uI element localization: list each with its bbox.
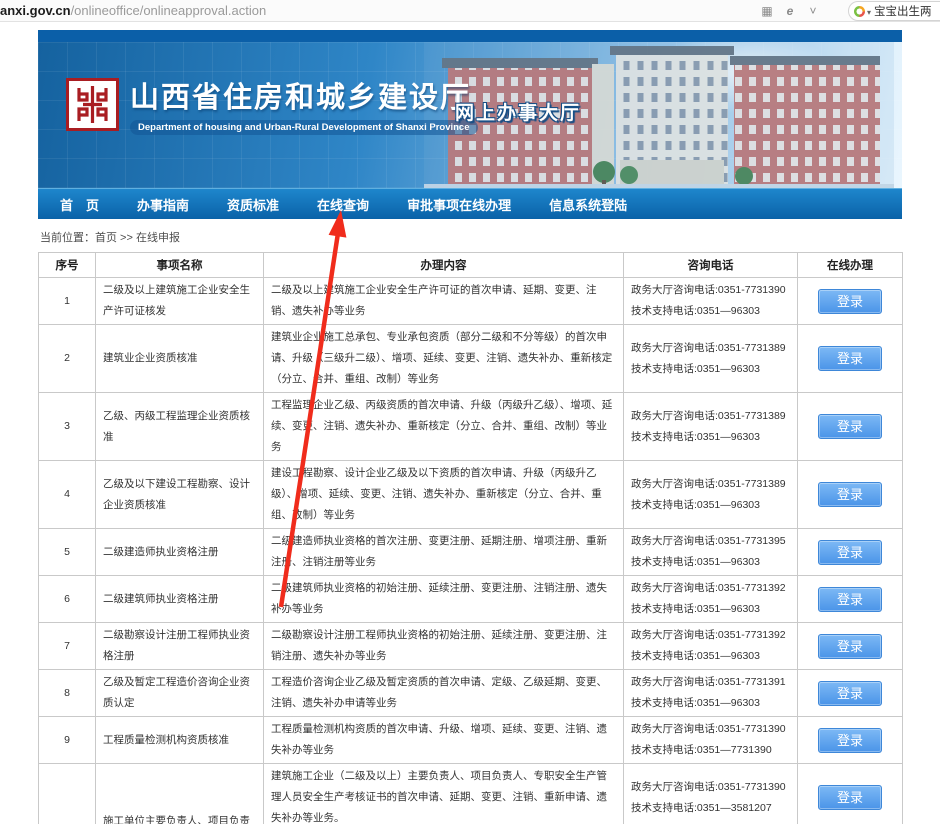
- page-container: 山西省住房和城乡建设厅 Department of housing and Ur…: [38, 30, 902, 824]
- row-no: 9: [39, 717, 96, 764]
- nav-item-guide[interactable]: 办事指南: [137, 195, 189, 214]
- row-phone: 政务大厅咨询电话:0351-7731390技术支持电话:0351—96303: [624, 278, 798, 325]
- hot-search-text[interactable]: 宝宝出生两: [874, 3, 932, 19]
- col-header-content: 办理内容: [264, 253, 624, 278]
- login-button[interactable]: 登录: [818, 540, 882, 565]
- row-no: 4: [39, 461, 96, 529]
- table-row: 2 建筑业企业资质核准 建筑业企业施工总承包、专业承包资质（部分二级和不分等级）…: [39, 325, 903, 393]
- col-header-no: 序号: [39, 253, 96, 278]
- qr-grid-icon[interactable]: ▦: [760, 4, 774, 18]
- table-row: 8 乙级及暂定工程造价咨询企业资质认定 工程造价咨询企业乙级及暂定资质的首次申请…: [39, 670, 903, 717]
- breadcrumb: 当前位置：首页 >> 在线申报: [38, 219, 902, 252]
- ie-mode-icon[interactable]: e: [783, 4, 797, 18]
- row-name: 工程质量检测机构资质核准: [96, 717, 264, 764]
- url-domain: anxi.gov.cn: [0, 3, 71, 18]
- row-content: 建筑业企业施工总承包、专业承包资质（部分二级和不分等级）的首次申请、升级（三级升…: [264, 325, 624, 393]
- row-name: 乙级及暂定工程造价咨询企业资质认定: [96, 670, 264, 717]
- row-name: 建筑业企业资质核准: [96, 325, 264, 393]
- row-content: 工程造价咨询企业乙级及暂定资质的首次申请、定级、乙级延期、变更、注销、遗失补办申…: [264, 670, 624, 717]
- row-no: 10: [39, 764, 96, 824]
- service-items-table: 序号 事项名称 办理内容 咨询电话 在线办理 1 二级及以上建筑施工企业安全生产…: [38, 252, 903, 824]
- nav-item-online-approval[interactable]: 审批事项在线办理: [407, 195, 511, 214]
- row-no: 5: [39, 529, 96, 576]
- table-row: 3 乙级、丙级工程监理企业资质核准 工程监理企业乙级、丙级资质的首次申请、升级（…: [39, 393, 903, 461]
- table-row: 10 施工单位主要负责人、项目负责人、专职安全生产管理人员安全生产考核 建筑施工…: [39, 764, 903, 824]
- nav-item-system-login[interactable]: 信息系统登陆: [549, 195, 627, 214]
- login-button[interactable]: 登录: [818, 681, 882, 706]
- login-button[interactable]: 登录: [818, 346, 882, 371]
- login-button[interactable]: 登录: [818, 634, 882, 659]
- login-button[interactable]: 登录: [818, 728, 882, 753]
- row-content: 二级建造师执业资格的首次注册、变更注册、延期注册、增项注册、重新注册、注销注册等…: [264, 529, 624, 576]
- url-path: /onlineoffice/onlineapproval.action: [71, 3, 267, 18]
- col-header-online: 在线办理: [798, 253, 903, 278]
- row-phone: 政务大厅咨询电话:0351-7731391技术支持电话:0351—96303: [624, 670, 798, 717]
- row-phone: 政务大厅咨询电话:0351-7731395技术支持电话:0351—96303: [624, 529, 798, 576]
- row-no: 8: [39, 670, 96, 717]
- row-name: 二级建筑师执业资格注册: [96, 576, 264, 623]
- login-button[interactable]: 登录: [818, 414, 882, 439]
- online-hall-label: 网上办事大厅: [455, 98, 581, 125]
- row-phone: 政务大厅咨询电话:0351-7731389技术支持电话:0351—96303: [624, 325, 798, 393]
- row-no: 7: [39, 623, 96, 670]
- login-button[interactable]: 登录: [818, 289, 882, 314]
- table-row: 6 二级建筑师执业资格注册 二级建筑师执业资格的初始注册、延续注册、变更注册、注…: [39, 576, 903, 623]
- department-seal-logo: [66, 78, 119, 131]
- table-row: 1 二级及以上建筑施工企业安全生产许可证核发 二级及以上建筑施工企业安全生产许可…: [39, 278, 903, 325]
- row-content: 建筑施工企业（二级及以上）主要负责人、项目负责人、专职安全生产管理人员安全生产考…: [264, 764, 624, 824]
- row-name: 乙级、丙级工程监理企业资质核准: [96, 393, 264, 461]
- row-content: 二级勘察设计注册工程师执业资格的初始注册、延续注册、变更注册、注销注册、遗失补办…: [264, 623, 624, 670]
- table-header-row: 序号 事项名称 办理内容 咨询电话 在线办理: [39, 253, 903, 278]
- login-button[interactable]: 登录: [818, 785, 882, 810]
- row-name: 乙级及以下建设工程勘察、设计企业资质核准: [96, 461, 264, 529]
- row-phone: 政务大厅咨询电话:0351-7731389技术支持电话:0351—96303: [624, 393, 798, 461]
- row-content: 二级建筑师执业资格的初始注册、延续注册、变更注册、注销注册、遗失补办等业务: [264, 576, 624, 623]
- row-no: 2: [39, 325, 96, 393]
- row-phone: 政务大厅咨询电话:0351-7731392技术支持电话:0351—96303: [624, 576, 798, 623]
- col-header-phone: 咨询电话: [624, 253, 798, 278]
- table-row: 9 工程质量检测机构资质核准 工程质量检测机构资质的首次申请、升级、增项、延续、…: [39, 717, 903, 764]
- row-content: 工程质量检测机构资质的首次申请、升级、增项、延续、变更、注销、遗失补办等业务: [264, 717, 624, 764]
- nav-item-qualification-standards[interactable]: 资质标准: [227, 195, 279, 214]
- header-top-strip: [38, 30, 902, 42]
- url-text[interactable]: anxi.gov.cn/onlineoffice/onlineapproval.…: [0, 3, 266, 18]
- row-name: 二级勘察设计注册工程师执业资格注册: [96, 623, 264, 670]
- row-name: 二级及以上建筑施工企业安全生产许可证核发: [96, 278, 264, 325]
- row-name: 二级建造师执业资格注册: [96, 529, 264, 576]
- row-phone: 政务大厅咨询电话:0351-7731390技术支持电话:0351—3581207: [624, 764, 798, 824]
- row-no: 1: [39, 278, 96, 325]
- site-title-english: Department of housing and Urban-Rural De…: [130, 120, 478, 135]
- site-title: 山西省住房和城乡建设厅: [130, 74, 478, 116]
- nav-item-home[interactable]: 首 页: [60, 195, 99, 214]
- table-row: 7 二级勘察设计注册工程师执业资格注册 二级勘察设计注册工程师执业资格的初始注册…: [39, 623, 903, 670]
- table-row: 5 二级建造师执业资格注册 二级建造师执业资格的首次注册、变更注册、延期注册、增…: [39, 529, 903, 576]
- login-button[interactable]: 登录: [818, 587, 882, 612]
- row-phone: 政务大厅咨询电话:0351-7731389技术支持电话:0351—96303: [624, 461, 798, 529]
- row-no: 6: [39, 576, 96, 623]
- row-content: 二级及以上建筑施工企业安全生产许可证的首次申请、延期、变更、注销、遗失补办等业务: [264, 278, 624, 325]
- row-name: 施工单位主要负责人、项目负责人、专职安全生产管理人员安全生产考核: [96, 764, 264, 824]
- caret-down-icon[interactable]: ▾: [867, 8, 871, 17]
- browser-address-bar: anxi.gov.cn/onlineoffice/onlineapproval.…: [0, 0, 940, 22]
- col-header-name: 事项名称: [96, 253, 264, 278]
- row-phone: 政务大厅咨询电话:0351-7731392技术支持电话:0351—96303: [624, 623, 798, 670]
- row-content: 建设工程勘察、设计企业乙级及以下资质的首次申请、升级（丙级升乙级）、增项、延续、…: [264, 461, 624, 529]
- main-navigation: 首 页 办事指南 资质标准 在线查询 审批事项在线办理 信息系统登陆: [38, 188, 902, 219]
- search-engine-ring-icon[interactable]: [854, 6, 865, 17]
- chevron-down-icon[interactable]: ˅: [806, 4, 820, 18]
- row-phone: 政务大厅咨询电话:0351-7731390技术支持电话:0351—7731390: [624, 717, 798, 764]
- browser-search-box[interactable]: ▾ 宝宝出生两: [848, 1, 940, 21]
- table-row: 4 乙级及以下建设工程勘察、设计企业资质核准 建设工程勘察、设计企业乙级及以下资…: [39, 461, 903, 529]
- login-button[interactable]: 登录: [818, 482, 882, 507]
- row-no: 3: [39, 393, 96, 461]
- site-header-banner: 山西省住房和城乡建设厅 Department of housing and Ur…: [38, 42, 902, 188]
- row-content: 工程监理企业乙级、丙级资质的首次申请、升级（丙级升乙级）、增项、延续、变更、注销…: [264, 393, 624, 461]
- nav-item-online-query[interactable]: 在线查询: [317, 195, 369, 214]
